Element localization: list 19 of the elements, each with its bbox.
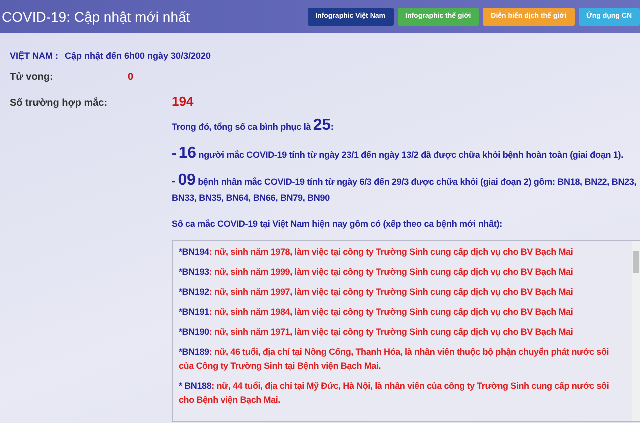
stat-label: Số trường hợp mắc: (10, 98, 109, 109)
stat-value: 194 (172, 94, 194, 109)
patient-entry: *BN189: nữ, 46 tuổi, địa chỉ tại Nông Cống, Thanh Hóa, là nhân viên thuộc bộ phận chuyển phát nước sôi của Công ty Trường Sinh tại Bệnh viện Bạch Mai. (179, 346, 610, 373)
phase-text: -09 bệnh nhân mắc COVID-19 tính từ ngày 6/3 đến 29/3 được chữa khỏi (giai đoạn 2) gồm: BN18, BN22, BN23, BN33, BN35, BN64, BN66, BN79, BN90 (172, 173, 638, 205)
patient-entry: *BN191: nữ, sinh năm 1984, làm việc tại công ty Trường Sinh cung cấp dịch vụ cho BV Bạch Mai (179, 306, 574, 319)
list-title: Số ca mắc COVID-19 tại Việt Nam hiện nay gồm có (xếp theo ca bệnh mới nhất): (172, 218, 504, 231)
patient-entry: *BN194: nữ, sinh năm 1978, làm việc tại công ty Trường Sinh cung cấp dịch vụ cho BV Bạch Mai (179, 246, 574, 259)
stat-value: 0 (128, 72, 134, 83)
phase-text: -16 người mắc COVID-19 tính từ ngày 23/1 đến ngày 13/2 đã được chữa khỏi bệnh hoàn toàn (giai đoạn 1). (172, 145, 624, 163)
page-title: COVID-19: Cập nhật mới nhất (2, 8, 190, 24)
patient-entry: *BN192: nữ, sinh năm 1997, làm việc tại công ty Trường Sinh cung cấp dịch vụ cho BV Bạch Mai (179, 286, 574, 299)
patient-entry: *BN190: nữ, sinh năm 1971, làm việc tại công ty Trường Sinh cung cấp dịch vụ cho BV Bạch Mai (179, 326, 574, 339)
patient-entry: *BN193: nữ, sinh năm 1999, làm việc tại công ty Trường Sinh cung cấp dịch vụ cho BV Bạch Mai (179, 266, 574, 279)
patient-entry: * BN188: nữ, 44 tuổi, địa chỉ tại Mỹ Đức, Hà Nội, là nhân viên của công ty Trường Sinh cung cấp nước sôi cho Bệnh viện Bạch Mai. (179, 380, 610, 407)
update-time: Cập nhật đến 6h00 ngày 30/3/2020 (65, 51, 212, 61)
country-label: VIỆT NAM : (10, 51, 60, 61)
scrollbar[interactable] (632, 241, 640, 421)
stat-label: Tử vong: (10, 72, 54, 83)
recovered-text: Trong đó, tổng số ca bình phục là 25: (172, 118, 335, 135)
